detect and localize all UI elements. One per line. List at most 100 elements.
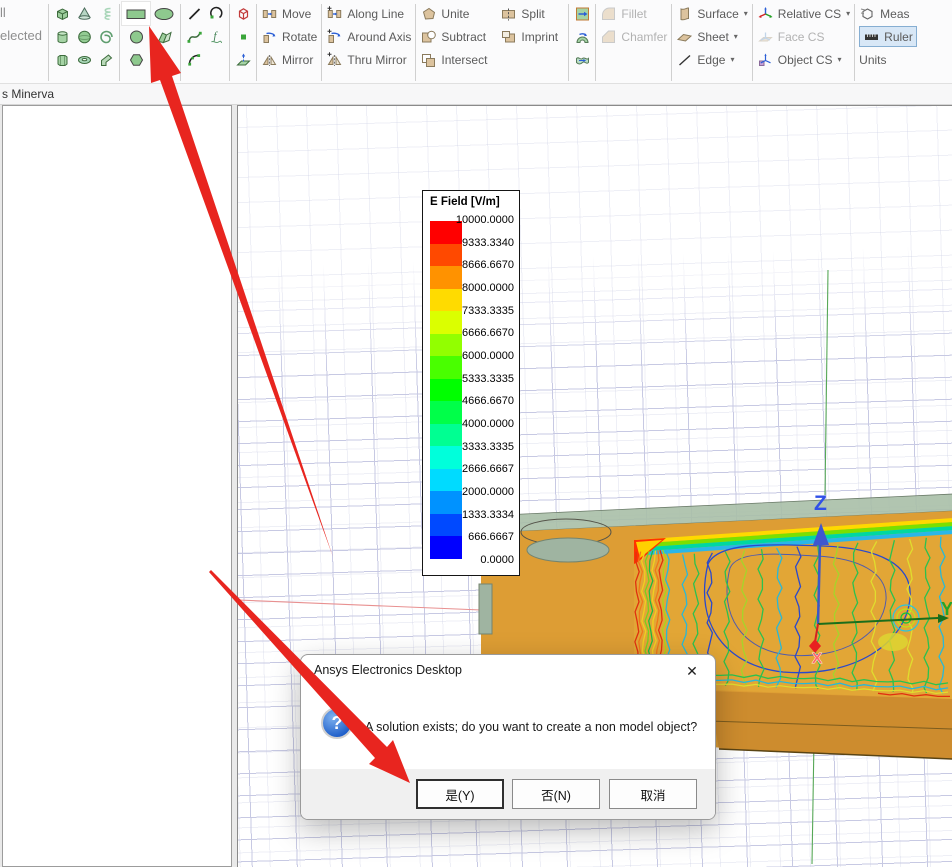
surface-menu-button[interactable]: Surface ▾ xyxy=(674,2,749,25)
no-button[interactable]: 否(N) xyxy=(512,779,600,809)
unite-button[interactable]: Unite xyxy=(418,2,498,25)
mirror-icon xyxy=(261,52,278,68)
duplicate-thru-mirror-button[interactable]: Thru Mirror xyxy=(324,48,413,71)
move-label: Move xyxy=(282,6,312,21)
message-dialog: Ansys Electronics Desktop ✕ ? A solution… xyxy=(300,654,716,820)
legend-tick-label: 6666.6670 xyxy=(462,327,514,340)
toolbar-divider xyxy=(256,4,257,81)
split-icon xyxy=(500,6,517,22)
mirror-button[interactable]: Mirror xyxy=(259,48,319,71)
sphere-tool-button[interactable] xyxy=(73,25,95,48)
yes-button[interactable]: 是(Y) xyxy=(416,779,504,809)
cone-tool-button[interactable] xyxy=(73,2,95,25)
duplicate-around-axis-button[interactable]: Around Axis xyxy=(324,25,413,48)
bent-sheet-icon xyxy=(156,29,173,45)
mirror-label: Mirror xyxy=(282,52,314,67)
ellipse-tool-button[interactable] xyxy=(150,2,178,25)
region-tool-button[interactable] xyxy=(232,2,254,25)
fillet-button[interactable]: Fillet xyxy=(598,2,669,25)
rotate-icon xyxy=(261,29,278,45)
empty-cell xyxy=(150,48,178,71)
work-plane-tool-button[interactable] xyxy=(232,48,254,71)
rectangle-tool-button[interactable] xyxy=(122,2,150,25)
circle-tool-button[interactable] xyxy=(122,25,150,48)
cancel-button[interactable]: 取消 xyxy=(609,779,697,809)
surface-icon xyxy=(676,6,693,22)
sweep-along-vector-button[interactable] xyxy=(571,2,593,25)
close-icon[interactable]: ✕ xyxy=(679,660,705,682)
center-arc-tool-button[interactable] xyxy=(183,48,205,71)
ruler-button[interactable]: Ruler xyxy=(857,25,919,48)
duplicate-thru-mirror-icon xyxy=(326,52,343,68)
imprint-icon xyxy=(500,29,517,45)
relative-cs-menu-button[interactable]: Relative CS ▾ xyxy=(755,2,852,25)
move-button[interactable]: Move xyxy=(259,2,319,25)
app-window: ll elected Move Rotate Mirror Along Line… xyxy=(0,0,952,867)
split-button[interactable]: Split xyxy=(498,2,566,25)
project-strip-text: s Minerva xyxy=(2,87,55,101)
face-cs-button[interactable]: Face CS xyxy=(755,25,852,48)
legend-tick-label: 5333.3335 xyxy=(462,372,514,385)
polyhedron-tool-button[interactable] xyxy=(51,48,73,71)
center-arc-icon xyxy=(186,52,203,68)
field-legend[interactable]: E Field [V/m] 10000.0000 9333.3340 8666.… xyxy=(422,190,520,576)
draw-line-group xyxy=(183,2,227,71)
point-tool-button[interactable] xyxy=(232,25,254,48)
cylinder-tool-button[interactable] xyxy=(51,25,73,48)
legend-title: E Field [V/m] xyxy=(430,196,500,208)
measure-button[interactable]: Meas xyxy=(857,2,919,25)
measure-label: Meas xyxy=(880,6,910,21)
duplicate-around-axis-icon xyxy=(326,29,343,45)
legend-tick-label: 6000.0000 xyxy=(462,349,514,362)
rotate-button[interactable]: Rotate xyxy=(259,25,319,48)
toolbar-divider xyxy=(854,4,856,81)
toolbar-divider xyxy=(119,4,120,81)
intersect-icon xyxy=(420,52,437,68)
edge-tab xyxy=(478,583,493,635)
sweep-around-axis-button[interactable] xyxy=(571,25,593,48)
legend-tick-label: 3333.3335 xyxy=(462,440,514,453)
coordinate-system-group: Relative CS ▾ Face CS Object CS ▾ xyxy=(755,2,852,71)
point-icon xyxy=(235,29,252,45)
bondwire-tool-button[interactable] xyxy=(95,48,117,71)
cylinder-icon xyxy=(54,29,71,45)
toolbar-divider xyxy=(321,4,323,81)
relative-cs-icon xyxy=(757,6,774,22)
torus-tool-button[interactable] xyxy=(73,48,95,71)
subtract-button[interactable]: Subtract xyxy=(418,25,498,48)
duplicate-along-line-button[interactable]: Along Line xyxy=(324,2,413,25)
chamfer-icon xyxy=(600,29,617,45)
arc-3pt-tool-button[interactable] xyxy=(205,2,227,25)
polyhedron-icon xyxy=(54,52,71,68)
intersect-button[interactable]: Intersect xyxy=(418,48,498,71)
object-cs-menu-button[interactable]: Object CS ▾ xyxy=(755,48,852,71)
legend-tick-label: 8666.6670 xyxy=(462,259,514,272)
along-line-label: Along Line xyxy=(347,6,405,21)
sheet-menu-button[interactable]: Sheet ▾ xyxy=(674,25,749,48)
sweep-along-path-button[interactable] xyxy=(571,48,593,71)
sweep-path-icon xyxy=(574,52,591,68)
z-axis-label: Z xyxy=(814,492,827,515)
work-plane-icon xyxy=(235,52,252,68)
ellipse-icon xyxy=(153,6,175,22)
toolbar-divider xyxy=(595,4,597,81)
legend-tick-label: 4666.6670 xyxy=(462,395,514,408)
toolbar-divider xyxy=(671,4,673,81)
chamfer-button[interactable]: Chamfer xyxy=(598,25,669,48)
chevron-down-icon: ▾ xyxy=(846,9,851,18)
equation-curve-tool-button[interactable] xyxy=(205,25,227,48)
spiral-tool-button[interactable] xyxy=(95,25,117,48)
clipped-label-bottom: elected xyxy=(0,28,42,43)
equation-surface-tool-button[interactable] xyxy=(150,25,178,48)
box-tool-button[interactable] xyxy=(51,2,73,25)
helix-tool-button[interactable] xyxy=(95,2,117,25)
chevron-down-icon: ▾ xyxy=(730,55,735,64)
spline-tool-button[interactable] xyxy=(183,25,205,48)
line-tool-button[interactable] xyxy=(183,2,205,25)
units-button[interactable]: Units xyxy=(857,48,919,71)
unite-label: Unite xyxy=(441,6,470,21)
imprint-button[interactable]: Imprint xyxy=(498,25,566,48)
regular-polygon-tool-button[interactable] xyxy=(122,48,150,71)
empty-cell xyxy=(205,48,227,71)
edge-menu-button[interactable]: Edge ▾ xyxy=(674,48,749,71)
